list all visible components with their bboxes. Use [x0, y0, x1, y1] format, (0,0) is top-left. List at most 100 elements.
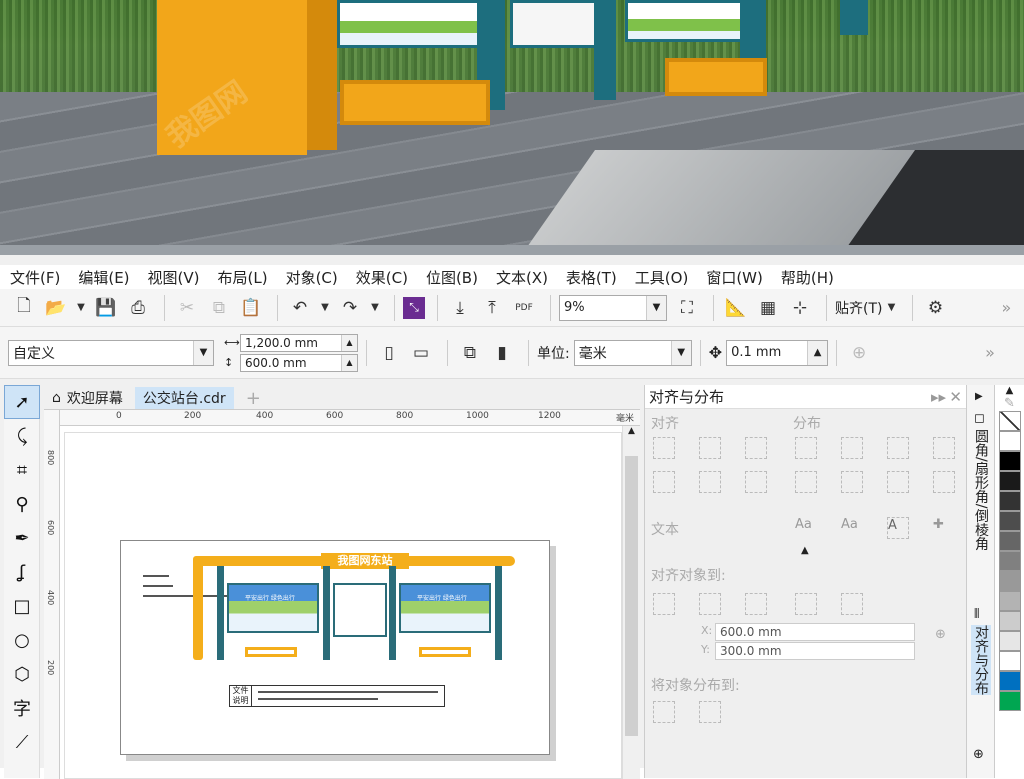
- eyedropper-icon[interactable]: ✎: [995, 396, 1024, 411]
- redo-icon[interactable]: ↷: [336, 294, 364, 322]
- landscape-icon[interactable]: ▭: [407, 339, 435, 367]
- grid-icon[interactable]: ▦: [754, 294, 782, 322]
- align-center-v-icon[interactable]: [699, 471, 721, 493]
- more-icon[interactable]: »: [1001, 298, 1011, 317]
- portrait-icon[interactable]: ▯: [375, 339, 403, 367]
- print-icon[interactable]: ⎙: [124, 294, 152, 322]
- chevron-down-icon[interactable]: ▼: [74, 294, 88, 322]
- scroll-up-icon[interactable]: ▲: [623, 426, 640, 442]
- distribute-right-icon[interactable]: [933, 437, 955, 459]
- cut-icon[interactable]: ✂: [173, 294, 201, 322]
- page-height-field[interactable]: 600.0 mm ▲: [240, 353, 358, 372]
- align-bottom-icon[interactable]: [745, 471, 767, 493]
- y-field[interactable]: 300.0 mm: [715, 642, 915, 660]
- pin-icon[interactable]: ✚: [933, 517, 955, 539]
- more-icon[interactable]: »: [985, 343, 995, 362]
- align-center-h-icon[interactable]: [699, 437, 721, 459]
- color-swatch[interactable]: [999, 551, 1021, 571]
- horizontal-ruler[interactable]: 0 200 400 600 800 1000 1200 毫米: [60, 410, 640, 426]
- undo-icon[interactable]: ↶: [286, 294, 314, 322]
- align-top-icon[interactable]: [653, 471, 675, 493]
- grid-icon[interactable]: [795, 593, 817, 615]
- page-edge-icon[interactable]: [699, 593, 721, 615]
- x-field[interactable]: 600.0 mm: [715, 623, 915, 641]
- distribute-middle-icon[interactable]: [841, 471, 863, 493]
- menu-effects[interactable]: 效果(C): [356, 267, 408, 288]
- color-swatch[interactable]: [999, 611, 1021, 631]
- export-icon[interactable]: ⤒: [478, 294, 506, 322]
- extent-of-page-icon[interactable]: [699, 701, 721, 723]
- no-fill-swatch[interactable]: [999, 411, 1021, 431]
- color-swatch[interactable]: [999, 631, 1021, 651]
- import-icon[interactable]: ⤓: [446, 294, 474, 322]
- menu-file[interactable]: 文件(F): [10, 267, 60, 288]
- color-swatch[interactable]: [999, 531, 1021, 551]
- zoom-level-combo[interactable]: 9% ▼: [559, 294, 667, 321]
- active-objects-icon[interactable]: [653, 593, 675, 615]
- pick-point-icon[interactable]: ⊕: [935, 627, 946, 642]
- rectangle-tool-icon[interactable]: □: [4, 589, 40, 623]
- menu-text[interactable]: 文本(X): [496, 267, 548, 288]
- distribute-bottom-icon[interactable]: [933, 471, 955, 493]
- vertical-scrollbar[interactable]: ▲: [622, 426, 640, 779]
- distribute-top-icon[interactable]: [795, 471, 817, 493]
- color-swatch[interactable]: [999, 691, 1021, 711]
- add-icon[interactable]: ⊕: [845, 339, 873, 367]
- units-combo[interactable]: 毫米 ▼: [573, 339, 692, 366]
- collapse-icon[interactable]: ▲: [801, 545, 809, 556]
- color-swatch[interactable]: [999, 431, 1021, 451]
- current-page-icon[interactable]: ▮: [488, 339, 516, 367]
- extent-of-selection-icon[interactable]: [653, 701, 675, 723]
- spin-icon[interactable]: ▲: [341, 334, 357, 351]
- menu-table[interactable]: 表格(T): [566, 267, 617, 288]
- save-icon[interactable]: 💾: [92, 294, 120, 322]
- drawing-canvas[interactable]: 0 200 400 600 800 1000 1200 毫米 800 600 4…: [44, 409, 640, 779]
- text-tool-icon[interactable]: 字: [4, 691, 40, 725]
- spin-icon[interactable]: ▲: [807, 340, 828, 365]
- crop-tool-icon[interactable]: ⌗: [4, 453, 40, 487]
- artboard[interactable]: 我图网东站 平安出行 绿色出行 平安出行 绿色出行 文件 说明: [120, 540, 550, 755]
- copy-icon[interactable]: ⧉: [205, 294, 233, 322]
- pick-tool-icon[interactable]: ➚: [4, 385, 40, 419]
- guidelines-icon[interactable]: ⊹: [786, 294, 814, 322]
- tab-bus-stop[interactable]: 公交站台.cdr: [134, 387, 234, 409]
- scroll-thumb[interactable]: [625, 456, 638, 736]
- spin-icon[interactable]: ▲: [341, 354, 357, 371]
- tab-align-distribute[interactable]: 对齐与分布: [971, 625, 991, 695]
- chevron-down-icon[interactable]: ▼: [646, 295, 666, 320]
- color-swatch[interactable]: [999, 671, 1021, 691]
- tab-welcome[interactable]: ⌂ 欢迎屏幕: [44, 387, 131, 409]
- ellipse-tool-icon[interactable]: ○: [4, 623, 40, 657]
- color-swatch[interactable]: [999, 591, 1021, 611]
- page-width-field[interactable]: 1,200.0 mm ▲: [240, 333, 358, 352]
- nudge-field[interactable]: 0.1 mm ▲: [726, 339, 829, 366]
- distribute-left-icon[interactable]: [795, 437, 817, 459]
- zoom-tool-icon[interactable]: ⚲: [4, 487, 40, 521]
- close-icon[interactable]: ✕: [949, 388, 962, 406]
- snap-to-button[interactable]: 贴齐(T): [835, 298, 882, 318]
- color-swatch[interactable]: [999, 511, 1021, 531]
- menu-window[interactable]: 窗口(W): [706, 267, 763, 288]
- add-docker-icon[interactable]: ⊕: [973, 747, 984, 762]
- chevron-down-icon[interactable]: ▼: [193, 340, 213, 365]
- search-content-icon[interactable]: ⤡: [403, 296, 425, 319]
- menu-view[interactable]: 视图(V): [148, 267, 200, 288]
- menu-help[interactable]: 帮助(H): [781, 267, 834, 288]
- chevron-down-icon[interactable]: ▼: [670, 340, 691, 365]
- page-center-icon[interactable]: [745, 593, 767, 615]
- distribute-vspacing-icon[interactable]: [887, 471, 909, 493]
- menu-bitmaps[interactable]: 位图(B): [426, 267, 478, 288]
- page-preset-combo[interactable]: 自定义 ▼: [8, 339, 214, 366]
- color-swatch[interactable]: [999, 491, 1021, 511]
- align-right-icon[interactable]: [745, 437, 767, 459]
- distribute-spacing-icon[interactable]: [887, 437, 909, 459]
- align-left-icon[interactable]: [653, 437, 675, 459]
- vertical-ruler[interactable]: 800 600 400 200: [44, 410, 60, 779]
- full-screen-icon[interactable]: ⛶: [673, 294, 701, 322]
- text-bbox-icon[interactable]: Aa: [841, 517, 863, 539]
- chevron-down-icon[interactable]: ▼: [368, 294, 382, 322]
- specified-point-icon[interactable]: [841, 593, 863, 615]
- pen-tool-icon[interactable]: ✒: [4, 521, 40, 555]
- color-swatch[interactable]: [999, 651, 1021, 671]
- pdf-icon[interactable]: PDF: [510, 294, 538, 322]
